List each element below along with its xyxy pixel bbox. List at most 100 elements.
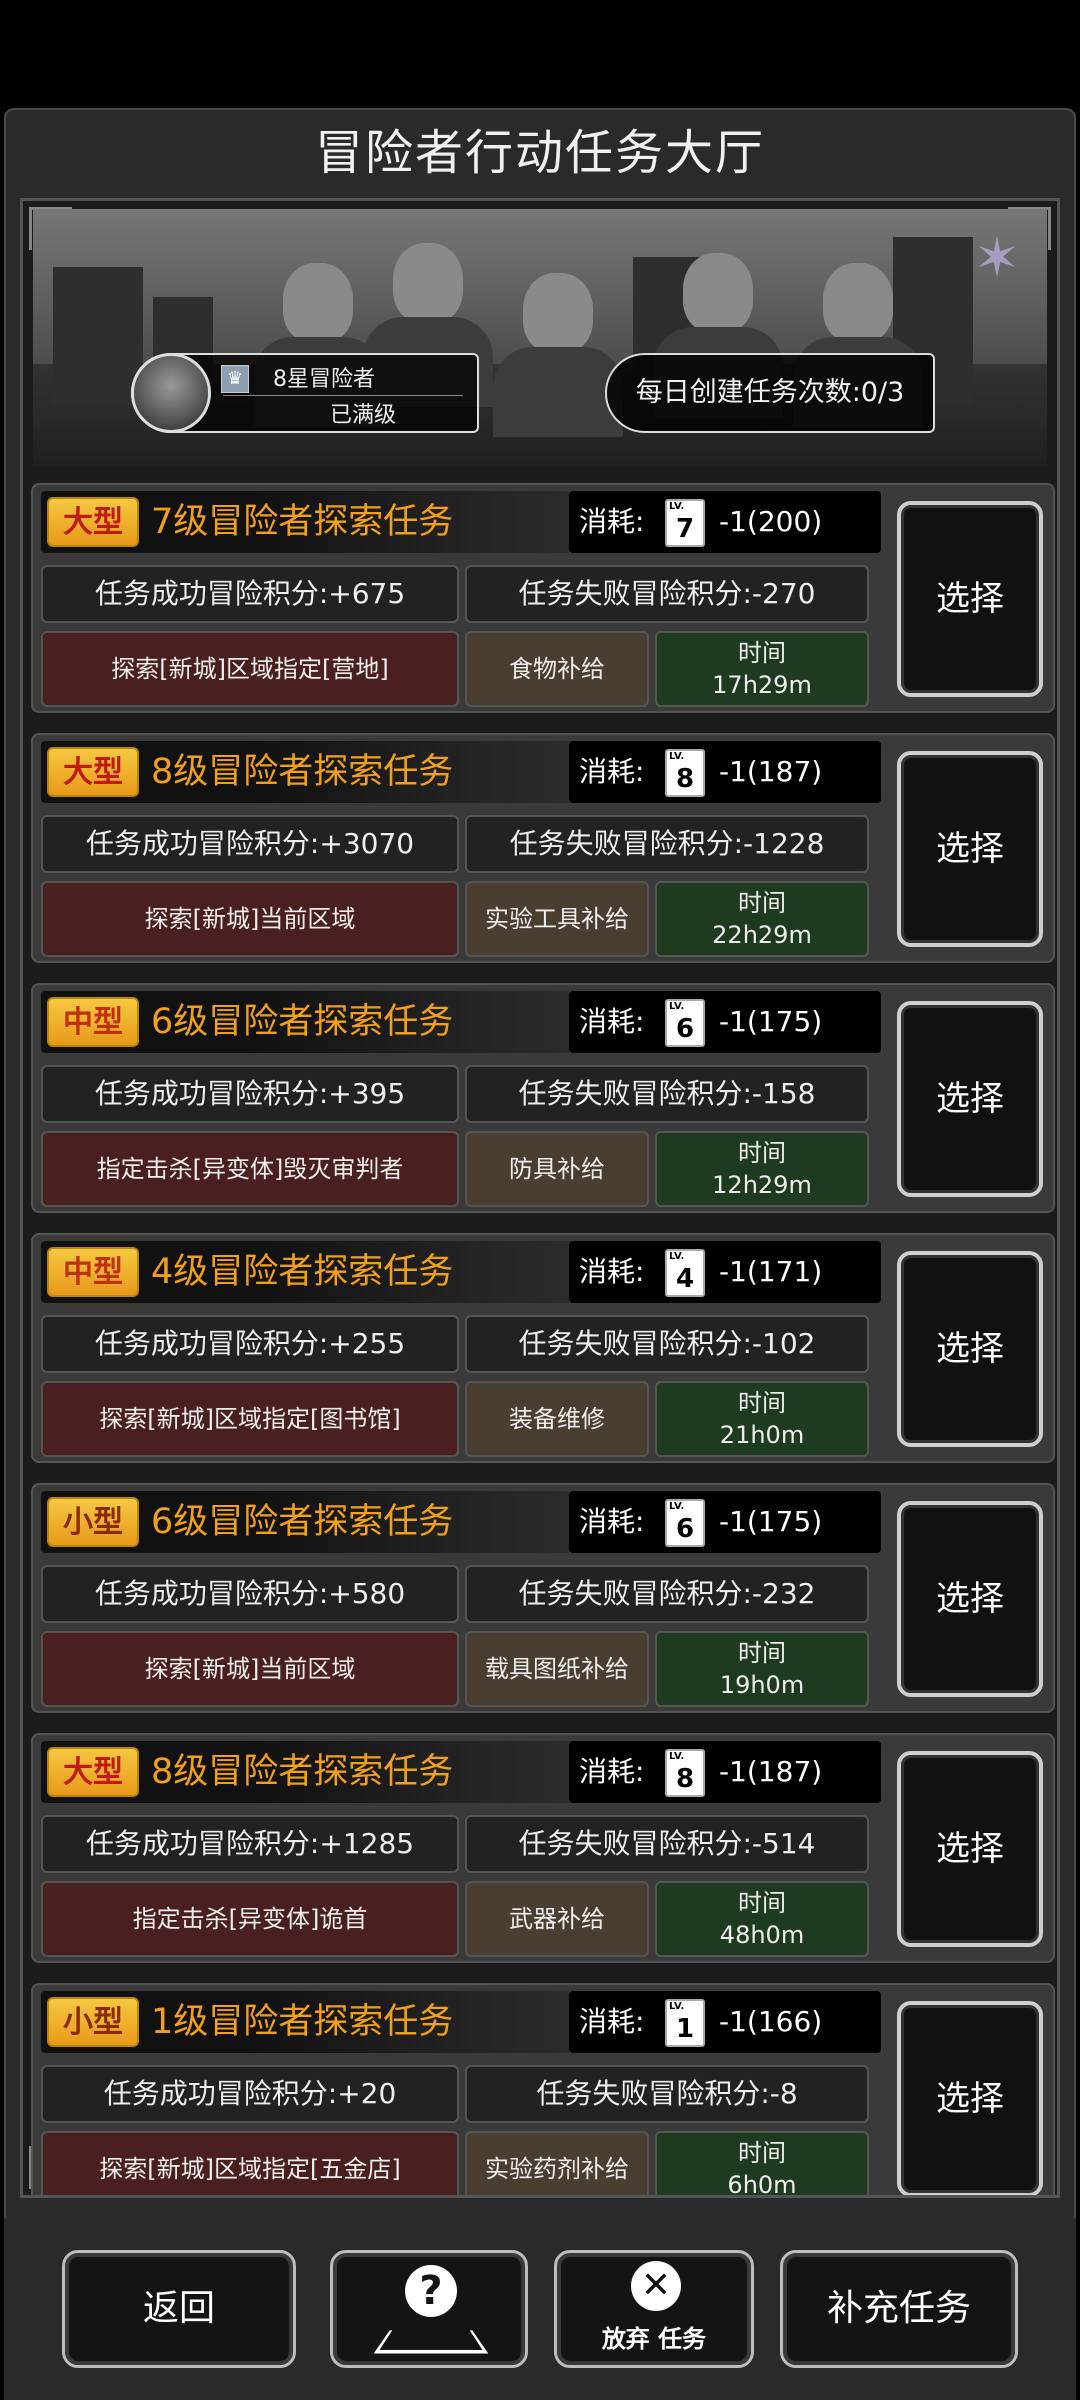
- crown-icon: ♛: [221, 365, 249, 393]
- abandon-task-label: 放弃 任务: [601, 2325, 707, 2353]
- level-number: 4: [675, 1264, 695, 1294]
- lv-prefix: LV.: [669, 1501, 685, 1512]
- cost-label: 消耗:: [579, 505, 645, 538]
- task-target: 探索[新城]当前区域: [41, 881, 459, 957]
- cost-value: -1(175): [719, 1505, 823, 1538]
- task-cost: 消耗: LV. 6 -1(175): [569, 991, 881, 1053]
- task-size-badge: 中型: [47, 997, 139, 1047]
- success-score: 任务成功冒险积分:+580: [41, 1565, 459, 1623]
- success-score: 任务成功冒险积分:+20: [41, 2065, 459, 2123]
- lv-prefix: LV.: [669, 1751, 685, 1762]
- avatar[interactable]: [131, 353, 211, 433]
- cost-value: -1(187): [719, 755, 823, 788]
- task-card[interactable]: 大型 8级冒险者探索任务 消耗: LV. 8 -1(187) 任务成功冒险积分:+1285 任…: [31, 1733, 1055, 1963]
- task-target: 指定击杀[异变体]诡首: [41, 1881, 459, 1957]
- level-number: 6: [675, 1014, 695, 1044]
- task-size-badge: 大型: [47, 747, 139, 797]
- level-number: 7: [675, 514, 695, 544]
- back-button[interactable]: 返回: [62, 2250, 296, 2368]
- cost-value: -1(171): [719, 1255, 823, 1288]
- level-card-icon: LV. 8: [665, 749, 705, 797]
- cost-value: -1(166): [719, 2005, 823, 2038]
- time-label: 时间: [738, 639, 786, 667]
- task-cost: 消耗: LV. 4 -1(171): [569, 1241, 881, 1303]
- player-rank-card[interactable]: ♛ 8星冒险者 已满级: [131, 353, 479, 433]
- task-hall-content: ✶ ♛ 8星冒险者 已满级 每日创建任务次数:0/3 大型 7级冒险者探索任务 消耗…: [20, 198, 1060, 2198]
- daily-create-count: 每日创建任务次数:0/3: [605, 353, 935, 433]
- task-card[interactable]: 中型 6级冒险者探索任务 消耗: LV. 6 -1(175) 任务成功冒险积分:+395 任务…: [31, 983, 1055, 1213]
- fail-score: 任务失败冒险积分:-514: [465, 1815, 869, 1873]
- time-value: 19h0m: [719, 1671, 805, 1699]
- time-value: 12h29m: [712, 1171, 812, 1199]
- help-button[interactable]: ?: [330, 2250, 528, 2368]
- cost-label: 消耗:: [579, 755, 645, 788]
- select-button[interactable]: 选择: [897, 1251, 1043, 1447]
- task-header: 大型 8级冒险者探索任务: [41, 1741, 569, 1803]
- task-size-badge: 大型: [47, 1747, 139, 1797]
- task-size-badge: 小型: [47, 1997, 139, 2047]
- level-number: 1: [675, 2014, 695, 2044]
- fail-score: 任务失败冒险积分:-158: [465, 1065, 869, 1123]
- task-time: 时间 12h29m: [655, 1131, 869, 1207]
- task-time: 时间 17h29m: [655, 631, 869, 707]
- close-icon: ✕: [631, 2261, 681, 2311]
- task-card[interactable]: 中型 4级冒险者探索任务 消耗: LV. 4 -1(171) 任务成功冒险积分:+255 任务…: [31, 1233, 1055, 1463]
- cost-label: 消耗:: [579, 1005, 645, 1038]
- task-size-badge: 小型: [47, 1497, 139, 1547]
- task-title: 4级冒险者探索任务: [151, 1252, 454, 1292]
- time-value: 17h29m: [712, 671, 812, 699]
- bottom-toolbar: 返回 ? ✕ 放弃 任务 补充任务: [4, 2218, 1076, 2400]
- task-card[interactable]: 大型 8级冒险者探索任务 消耗: LV. 8 -1(187) 任务成功冒险积分:+3070 任…: [31, 733, 1055, 963]
- divider: [223, 395, 463, 396]
- level-card-icon: LV. 8: [665, 1749, 705, 1797]
- time-label: 时间: [738, 1889, 786, 1917]
- task-card[interactable]: 小型 1级冒险者探索任务 消耗: LV. 1 -1(166) 任务成功冒险积分:+20 任务失…: [31, 1983, 1055, 2198]
- level-card-icon: LV. 4: [665, 1249, 705, 1297]
- cost-label: 消耗:: [579, 1505, 645, 1538]
- task-target: 指定击杀[异变体]毁灭审判者: [41, 1131, 459, 1207]
- task-card[interactable]: 大型 7级冒险者探索任务 消耗: LV. 7 -1(200) 任务成功冒险积分:+675 任务…: [31, 483, 1055, 713]
- task-reward: 食物补给: [465, 631, 649, 707]
- question-icon: ?: [405, 2265, 457, 2317]
- select-button[interactable]: 选择: [897, 501, 1043, 697]
- task-reward: 武器补给: [465, 1881, 649, 1957]
- task-header: 中型 4级冒险者探索任务: [41, 1241, 569, 1303]
- task-time: 时间 6h0m: [655, 2131, 869, 2198]
- task-time: 时间 19h0m: [655, 1631, 869, 1707]
- fail-score: 任务失败冒险积分:-270: [465, 565, 869, 623]
- abandon-task-button[interactable]: ✕ 放弃 任务: [554, 2250, 754, 2368]
- select-button[interactable]: 选择: [897, 2001, 1043, 2195]
- task-header: 小型 6级冒险者探索任务: [41, 1491, 569, 1553]
- time-value: 6h0m: [727, 2171, 797, 2198]
- level-number: 6: [675, 1514, 695, 1544]
- cost-value: -1(200): [719, 505, 823, 538]
- time-value: 22h29m: [712, 921, 812, 949]
- task-header: 大型 8级冒险者探索任务: [41, 741, 569, 803]
- task-header: 大型 7级冒险者探索任务: [41, 491, 569, 553]
- task-header: 小型 1级冒险者探索任务: [41, 1991, 569, 2053]
- level-number: 8: [675, 1764, 695, 1794]
- select-button[interactable]: 选择: [897, 1001, 1043, 1197]
- level-card-icon: LV. 6: [665, 1499, 705, 1547]
- faction-emblem-icon: ✶: [973, 226, 1021, 291]
- task-reward: 装备维修: [465, 1381, 649, 1457]
- time-label: 时间: [738, 2139, 786, 2167]
- lv-prefix: LV.: [669, 2001, 685, 2012]
- refill-tasks-button[interactable]: 补充任务: [780, 2250, 1018, 2368]
- task-cost: 消耗: LV. 1 -1(166): [569, 1991, 881, 2053]
- task-time: 时间 21h0m: [655, 1381, 869, 1457]
- task-title: 1级冒险者探索任务: [151, 2002, 454, 2042]
- task-card[interactable]: 小型 6级冒险者探索任务 消耗: LV. 6 -1(175) 任务成功冒险积分:+580 任务…: [31, 1483, 1055, 1713]
- select-button[interactable]: 选择: [897, 1501, 1043, 1697]
- task-title: 6级冒险者探索任务: [151, 1002, 454, 1042]
- lv-prefix: LV.: [669, 501, 685, 512]
- success-score: 任务成功冒险积分:+675: [41, 565, 459, 623]
- select-button[interactable]: 选择: [897, 751, 1043, 947]
- fail-score: 任务失败冒险积分:-8: [465, 2065, 869, 2123]
- success-score: 任务成功冒险积分:+395: [41, 1065, 459, 1123]
- time-value: 21h0m: [719, 1421, 805, 1449]
- level-card-icon: LV. 1: [665, 1999, 705, 2047]
- task-target: 探索[新城]当前区域: [41, 1631, 459, 1707]
- select-button[interactable]: 选择: [897, 1751, 1043, 1947]
- success-score: 任务成功冒险积分:+1285: [41, 1815, 459, 1873]
